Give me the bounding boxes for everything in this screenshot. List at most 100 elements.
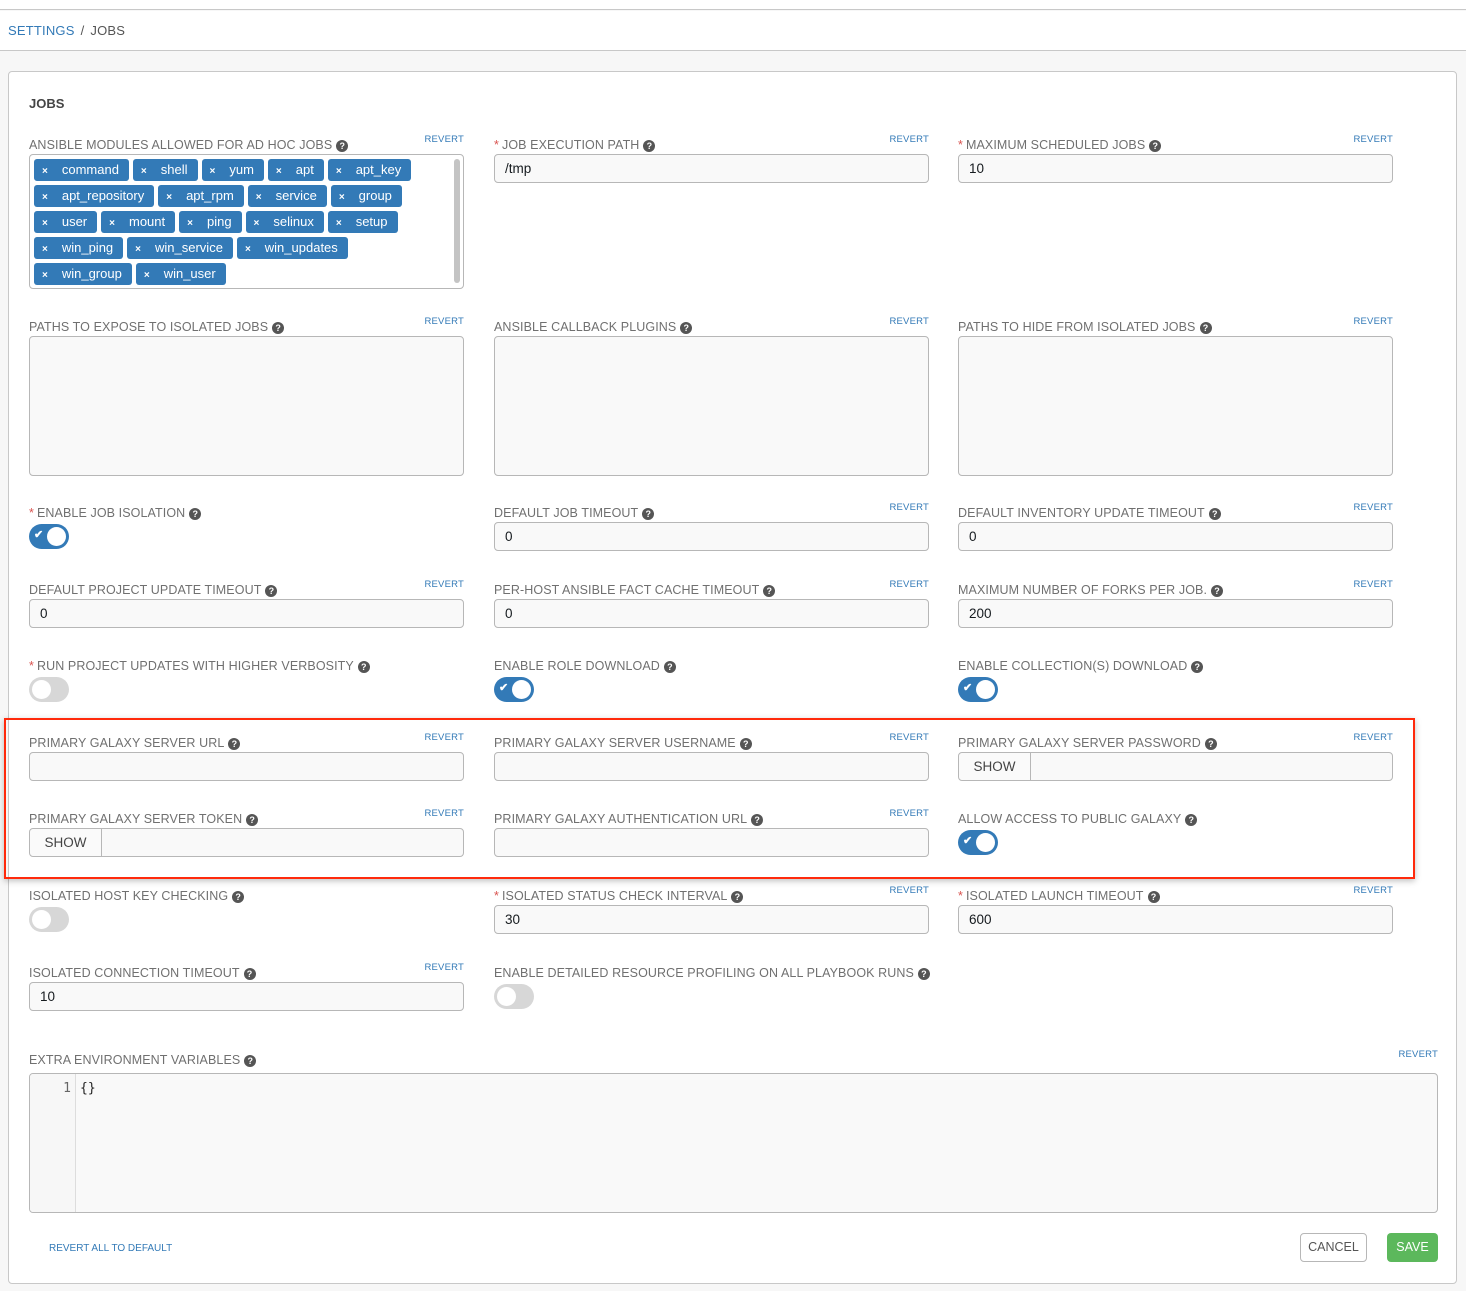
help-icon[interactable]: ? [243, 968, 256, 980]
revert-link[interactable]: REVERT [1353, 579, 1393, 590]
revert-link[interactable]: REVERT [1353, 502, 1393, 513]
revert-link[interactable]: REVERT [889, 579, 929, 590]
panel-title: JOBS [29, 96, 65, 111]
remove-tag-icon[interactable]: × [166, 192, 172, 203]
revert-link[interactable]: REVERT [889, 885, 929, 896]
collection-download-toggle[interactable]: ✔ [958, 677, 998, 702]
help-icon[interactable]: ? [731, 891, 744, 903]
help-icon[interactable]: ? [1191, 661, 1204, 673]
revert-link[interactable]: REVERT [424, 579, 464, 590]
help-icon[interactable]: ? [680, 322, 693, 334]
field-label: ISOLATED HOST KEY CHECKING? [29, 889, 245, 903]
remove-tag-icon[interactable]: × [141, 166, 147, 177]
help-icon[interactable]: ? [232, 891, 245, 903]
revert-link[interactable]: REVERT [424, 316, 464, 327]
revert-link[interactable]: REVERT [424, 134, 464, 145]
revert-link[interactable]: REVERT [889, 316, 929, 327]
default-job-timeout-input[interactable]: 0 [494, 522, 929, 551]
remove-tag-icon[interactable]: × [336, 166, 342, 177]
remove-tag-icon[interactable]: × [256, 192, 262, 203]
help-icon[interactable]: ? [244, 1055, 257, 1067]
remove-tag-icon[interactable]: × [144, 270, 150, 281]
save-button[interactable]: SAVE [1387, 1233, 1438, 1262]
module-tag: × apt_key [327, 159, 412, 181]
isolated-status-interval-input[interactable]: 30 [494, 905, 929, 934]
revert-link[interactable]: REVERT [889, 502, 929, 513]
revert-link[interactable]: REVERT [1398, 1049, 1438, 1060]
help-icon[interactable]: ? [1208, 508, 1221, 520]
help-icon[interactable]: ? [763, 585, 776, 597]
help-icon[interactable]: ? [265, 585, 278, 597]
remove-tag-icon[interactable]: × [187, 218, 193, 229]
help-icon[interactable]: ? [1211, 585, 1224, 597]
tag-label: win_user [163, 266, 216, 281]
revert-link[interactable]: REVERT [1353, 316, 1393, 327]
field-label: * RUN PROJECT UPDATES WITH HIGHER VERBOSI… [29, 659, 370, 673]
check-icon: ✔ [34, 529, 44, 541]
breadcrumb: SETTINGS / JOBS [8, 23, 125, 38]
help-icon[interactable]: ? [189, 508, 202, 520]
help-icon[interactable]: ? [1149, 140, 1162, 152]
fact-cache-timeout-input[interactable]: 0 [494, 599, 929, 628]
revert-link[interactable]: REVERT [1353, 134, 1393, 145]
default-inventory-timeout-input[interactable]: 0 [958, 522, 1393, 551]
remove-tag-icon[interactable]: × [254, 218, 260, 229]
help-icon[interactable]: ? [272, 322, 285, 334]
remove-tag-icon[interactable]: × [109, 218, 115, 229]
remove-tag-icon[interactable]: × [210, 166, 216, 177]
tag-label: win_updates [264, 240, 338, 255]
toggle-knob [47, 527, 66, 546]
help-icon[interactable]: ? [357, 661, 370, 673]
revert-all-link[interactable]: REVERT ALL TO DEFAULT [49, 1243, 172, 1254]
revert-link[interactable]: REVERT [424, 962, 464, 973]
remove-tag-icon[interactable]: × [42, 218, 48, 229]
isolated-host-key-toggle[interactable] [29, 907, 69, 932]
cancel-button[interactable]: CANCEL [1300, 1233, 1367, 1262]
remove-tag-icon[interactable]: × [42, 244, 48, 255]
remove-tag-icon[interactable]: × [245, 244, 251, 255]
paths-expose-textarea[interactable] [29, 336, 464, 476]
remove-tag-icon[interactable]: × [276, 166, 282, 177]
help-icon[interactable]: ? [663, 661, 676, 673]
role-download-toggle[interactable]: ✔ [494, 677, 534, 702]
help-icon[interactable]: ? [1147, 891, 1160, 903]
module-tag: × mount [101, 211, 176, 233]
remove-tag-icon[interactable]: × [42, 166, 48, 177]
isolated-connection-timeout-input[interactable]: 10 [29, 982, 464, 1011]
isolated-launch-timeout-input[interactable]: 600 [958, 905, 1393, 934]
revert-link[interactable]: REVERT [889, 134, 929, 145]
help-icon[interactable]: ? [643, 140, 656, 152]
extra-env-code-editor[interactable]: 1 {} [29, 1073, 1438, 1213]
breadcrumb-settings-link[interactable]: SETTINGS [8, 23, 75, 38]
modules-tag-input[interactable]: × command × shell × yum × apt × apt_key × apt_repos… [29, 154, 464, 289]
help-icon[interactable]: ? [917, 968, 930, 980]
paths-hide-textarea[interactable] [958, 336, 1393, 476]
remove-tag-icon[interactable]: × [42, 192, 48, 203]
default-project-timeout-input[interactable]: 0 [29, 599, 464, 628]
breadcrumb-current: JOBS [90, 23, 126, 38]
remove-tag-icon[interactable]: × [336, 218, 342, 229]
field-label: * ISOLATED STATUS CHECK INTERVAL? [494, 889, 744, 903]
tag-label: shell [160, 162, 188, 177]
module-tag: × win_service [127, 237, 233, 259]
field-label: ENABLE COLLECTION(S) DOWNLOAD? [958, 659, 1204, 673]
remove-tag-icon[interactable]: × [339, 192, 345, 203]
code-content[interactable]: {} [80, 1081, 96, 1096]
revert-link[interactable]: REVERT [1353, 885, 1393, 896]
job-isolation-toggle[interactable]: ✔ [29, 524, 69, 549]
project-verbosity-toggle[interactable] [29, 677, 69, 702]
help-icon[interactable]: ? [1199, 322, 1212, 334]
max-forks-input[interactable]: 200 [958, 599, 1393, 628]
resource-profiling-toggle[interactable] [494, 984, 534, 1009]
max-scheduled-jobs-input[interactable]: 10 [958, 154, 1393, 183]
remove-tag-icon[interactable]: × [42, 270, 48, 281]
tag-label: yum [229, 162, 254, 177]
callback-plugins-textarea[interactable] [494, 336, 929, 476]
scrollbar[interactable] [454, 159, 460, 283]
help-icon[interactable]: ? [336, 140, 349, 152]
help-icon[interactable]: ? [642, 508, 655, 520]
field-label: DEFAULT INVENTORY UPDATE TIMEOUT? [958, 506, 1221, 520]
field-label: ENABLE DETAILED RESOURCE PROFILING ON AL… [494, 966, 930, 980]
remove-tag-icon[interactable]: × [135, 244, 141, 255]
job-execution-path-input[interactable]: /tmp [494, 154, 929, 183]
